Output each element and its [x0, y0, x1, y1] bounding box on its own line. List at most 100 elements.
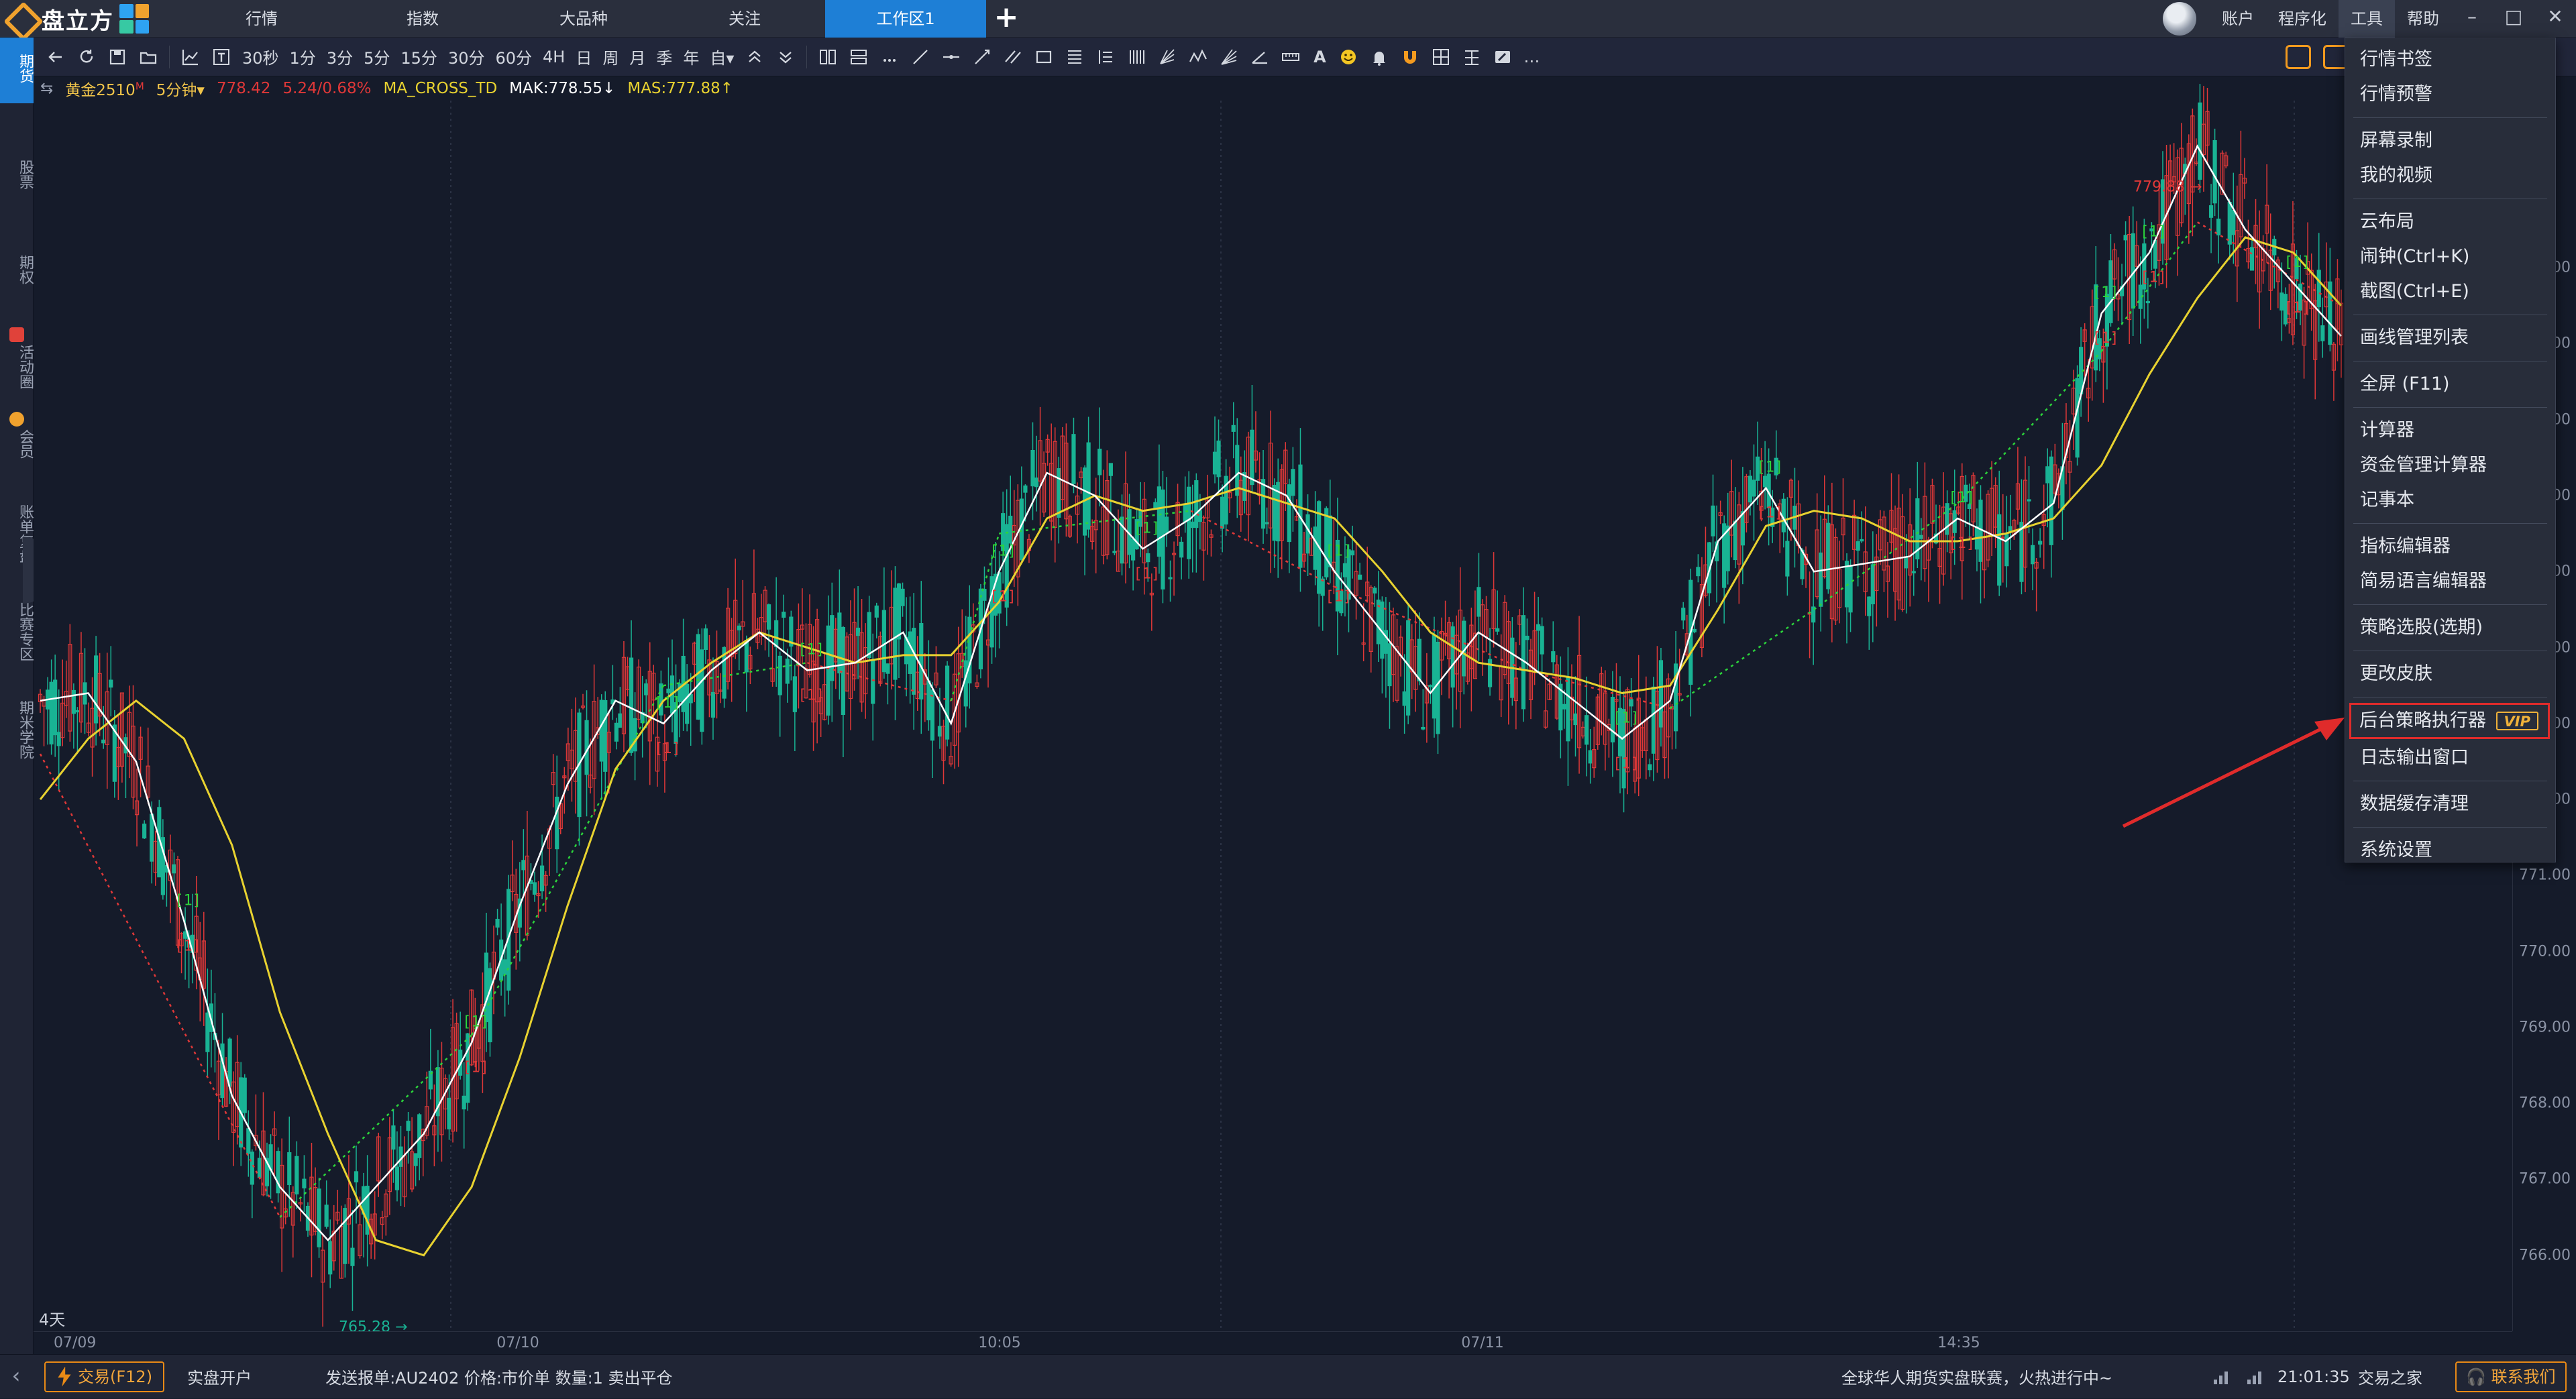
tab-workspace-1[interactable]: 工作区1: [825, 0, 986, 38]
levels-icon[interactable]: [1090, 42, 1121, 72]
parallel-lines-icon[interactable]: [998, 42, 1028, 72]
rectangle-tool-icon[interactable]: [1028, 42, 1059, 72]
close-button[interactable]: ✕: [2534, 0, 2576, 38]
cross-tool-icon[interactable]: [1456, 42, 1487, 72]
menu-help[interactable]: 帮助: [2395, 0, 2451, 38]
menu-tools[interactable]: 工具: [2339, 0, 2395, 38]
split-vertical-icon[interactable]: [812, 42, 843, 72]
period-3m[interactable]: 3分: [321, 42, 358, 72]
more-tools-icon[interactable]: …: [1518, 42, 1545, 72]
chevrons-down-icon[interactable]: [770, 42, 801, 72]
tools-menu-item[interactable]: 云布局: [2345, 205, 2555, 239]
period-4h[interactable]: 4H: [537, 42, 570, 72]
period-week[interactable]: 周: [597, 42, 624, 72]
tools-menu-item[interactable]: 闹钟(Ctrl+K): [2345, 239, 2555, 274]
period-lines-icon[interactable]: [1121, 42, 1152, 72]
refresh-icon[interactable]: [71, 42, 102, 72]
period-custom[interactable]: 自▾: [704, 42, 739, 72]
tools-menu-item[interactable]: 计算器: [2345, 413, 2555, 448]
sidebar-item-academy[interactable]: 期米学院: [0, 691, 34, 769]
pitchfork-icon[interactable]: [1152, 42, 1183, 72]
trend-line-icon[interactable]: [905, 42, 936, 72]
annotation-arrow-icon: [2122, 718, 2345, 828]
trade-button[interactable]: 交易(F12): [44, 1361, 165, 1392]
save-icon[interactable]: [102, 42, 133, 72]
contact-us-button[interactable]: 🎧 联系我们: [2455, 1361, 2567, 1392]
tools-menu-item[interactable]: 截图(Ctrl+E): [2345, 274, 2555, 309]
line-chart-icon[interactable]: [175, 42, 206, 72]
smiley-icon[interactable]: [1333, 42, 1364, 72]
sidebar-item-competition[interactable]: 比赛专区: [0, 593, 34, 671]
period-60m[interactable]: 60分: [490, 42, 537, 72]
tools-menu-item[interactable]: 我的视频: [2345, 158, 2555, 193]
period-year[interactable]: 年: [678, 42, 704, 72]
text-annotation-icon[interactable]: A: [1306, 42, 1333, 72]
tools-menu-item-background-strategy[interactable]: 后台策略执行器 VIP: [2349, 703, 2550, 739]
menu-account[interactable]: 账户: [2210, 0, 2266, 38]
open-account-button[interactable]: 实盘开户: [180, 1365, 258, 1388]
angle-icon[interactable]: [1244, 42, 1275, 72]
tools-menu-item[interactable]: 系统设置: [2345, 833, 2555, 868]
camera-icon[interactable]: [2279, 42, 2317, 72]
chart-canvas[interactable]: [1] [1] [1] [1] [1] [1] [1] [1] [1] [1] [1] [1] [1] […: [34, 76, 2512, 1331]
split-horizontal-icon[interactable]: [843, 42, 874, 72]
sidebar-item-options[interactable]: 期权: [0, 245, 34, 294]
news-ticker[interactable]: 全球华人期货实盘联赛，火热进行中~: [1841, 1365, 2112, 1388]
tools-menu-item[interactable]: 简易语言编辑器: [2345, 564, 2555, 599]
open-folder-icon[interactable]: [133, 42, 164, 72]
sidebar-item-futures[interactable]: 期货: [0, 38, 34, 103]
period-quarter[interactable]: 季: [651, 42, 678, 72]
chevrons-up-icon[interactable]: [739, 42, 770, 72]
avatar[interactable]: [2163, 2, 2196, 36]
fan-icon[interactable]: [1214, 42, 1244, 72]
candle-body: [1573, 713, 1578, 726]
period-1m[interactable]: 1分: [284, 42, 321, 72]
tools-menu-item[interactable]: 屏幕录制: [2345, 123, 2555, 158]
tab-major-products[interactable]: 大品种: [503, 0, 664, 38]
trading-home-link[interactable]: 交易之家: [2358, 1365, 2422, 1388]
horizontal-line-icon[interactable]: [936, 42, 967, 72]
sidebar-item-member[interactable]: 会员: [0, 412, 34, 468]
text-tool-icon[interactable]: [206, 42, 237, 72]
candle-body: [2027, 499, 2031, 502]
eraser-icon[interactable]: [1487, 42, 1518, 72]
maximize-button[interactable]: □: [2493, 0, 2534, 38]
tools-menu-item[interactable]: 行情书签: [2345, 42, 2555, 77]
tools-menu-item[interactable]: 指标编辑器: [2345, 529, 2555, 564]
magnet-icon[interactable]: [1395, 42, 1426, 72]
tools-menu-item[interactable]: 全屏 (F11): [2345, 367, 2555, 402]
candle-body: [618, 713, 623, 728]
add-tab-icon[interactable]: +: [986, 0, 1026, 38]
minimize-button[interactable]: –: [2451, 0, 2493, 38]
back-icon[interactable]: [40, 42, 71, 72]
statusbar-prev-icon[interactable]: ‹: [0, 1355, 32, 1399]
more-icon[interactable]: [874, 42, 905, 72]
tools-menu-item[interactable]: 数据缓存清理: [2345, 787, 2555, 822]
sidebar-item-stocks[interactable]: 股票: [0, 150, 34, 199]
fibonacci-icon[interactable]: [1059, 42, 1090, 72]
tools-menu-item[interactable]: 策略选股(选期): [2345, 610, 2555, 645]
tab-market[interactable]: 行情: [181, 0, 342, 38]
tab-watchlist[interactable]: 关注: [664, 0, 825, 38]
bell-icon[interactable]: [1364, 42, 1395, 72]
candle-body: [324, 1205, 329, 1227]
period-15m[interactable]: 15分: [395, 42, 443, 72]
tools-menu-item[interactable]: 记事本: [2345, 483, 2555, 518]
period-30m[interactable]: 30分: [443, 42, 490, 72]
tools-menu-item[interactable]: 更改皮肤: [2345, 657, 2555, 691]
tools-menu-item[interactable]: 画线管理列表: [2345, 321, 2555, 355]
menu-programming[interactable]: 程序化: [2266, 0, 2339, 38]
tools-menu-item[interactable]: 日志输出窗口: [2345, 740, 2555, 775]
grid-tool-icon[interactable]: [1426, 42, 1456, 72]
ray-line-icon[interactable]: [967, 42, 998, 72]
period-5m[interactable]: 5分: [358, 42, 395, 72]
period-month[interactable]: 月: [624, 42, 651, 72]
zigzag-icon[interactable]: [1183, 42, 1214, 72]
sidebar-item-activity[interactable]: 活动圈: [0, 327, 34, 398]
tools-menu-item[interactable]: 行情预警: [2345, 77, 2555, 112]
period-day[interactable]: 日: [570, 42, 597, 72]
ruler-icon[interactable]: [1275, 42, 1306, 72]
tools-menu-item[interactable]: 资金管理计算器: [2345, 448, 2555, 483]
tab-index[interactable]: 指数: [342, 0, 503, 38]
period-30s[interactable]: 30秒: [237, 42, 284, 72]
